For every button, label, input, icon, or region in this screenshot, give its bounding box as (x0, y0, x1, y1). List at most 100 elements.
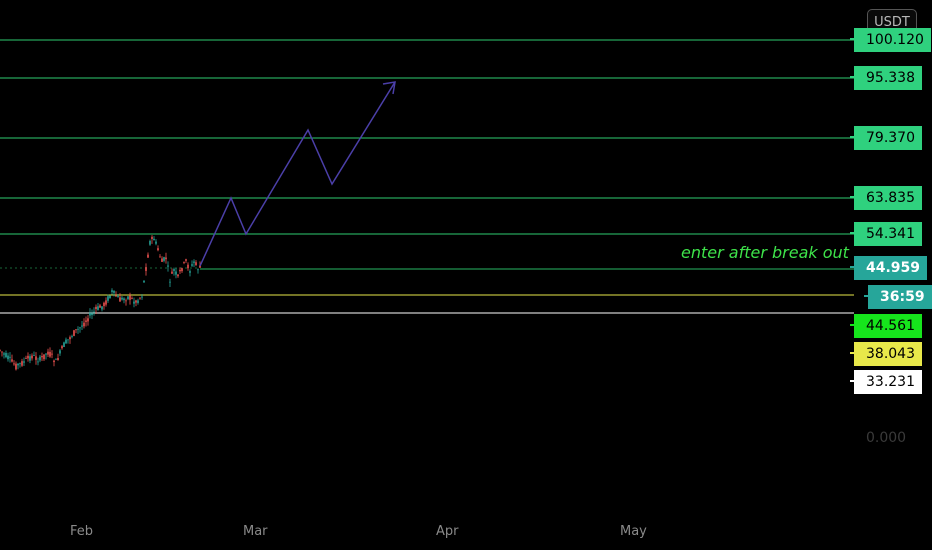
candle-body (31, 355, 33, 359)
x-axis-label: Mar (243, 524, 268, 539)
candle-body (191, 264, 193, 266)
candle-body (61, 346, 63, 349)
candle-body (1, 351, 3, 353)
price-tag-countdown: 36:59 (864, 285, 932, 309)
candle-body (71, 335, 73, 337)
candle-body (7, 355, 9, 360)
candle-body (133, 301, 135, 304)
candle-body (153, 238, 155, 241)
candle-body (177, 274, 179, 277)
candle-body (107, 296, 109, 301)
candle-body (127, 296, 129, 300)
candle-body (57, 358, 59, 361)
candle-body (93, 311, 95, 313)
candle-body (157, 248, 159, 251)
candle-body (131, 297, 133, 299)
candle-body (91, 313, 93, 316)
candle-body (83, 322, 85, 327)
candle-body (85, 320, 87, 322)
candle-body (169, 281, 171, 283)
candle-body (33, 355, 35, 356)
candle-body (139, 297, 141, 299)
candle-body (29, 356, 31, 361)
candle-body (51, 353, 53, 355)
price-chart[interactable] (0, 0, 932, 550)
candle-body (111, 290, 113, 292)
candle-body (95, 306, 97, 310)
candle-body (155, 241, 157, 244)
candle-body (125, 300, 127, 302)
candle-body (137, 300, 139, 303)
candle-body (171, 271, 173, 274)
candle-body (103, 302, 105, 307)
candle-body (141, 296, 143, 298)
candle-body (55, 358, 57, 360)
candle-body (181, 268, 183, 272)
candle-body (63, 342, 65, 348)
candle-body (15, 363, 17, 370)
candle-body (65, 339, 67, 344)
candle-body (119, 297, 121, 302)
candle-body (11, 359, 13, 362)
candle-body (117, 296, 119, 298)
price-tag-level: 100.120 (850, 28, 931, 52)
candle-body (75, 329, 77, 331)
candle-body (195, 262, 197, 265)
candle-body (185, 259, 187, 261)
annotation-text: enter after break out (681, 243, 849, 262)
candle-body (193, 261, 195, 263)
x-axis-label: Apr (436, 524, 459, 539)
candle-body (113, 290, 115, 293)
candle-body (143, 280, 145, 283)
candle-body (183, 262, 185, 263)
candle-body (123, 298, 125, 301)
price-tag-yellow: 38.043 (850, 342, 922, 366)
price-tag-current: 44.959 (849, 256, 928, 280)
candle-body (145, 267, 147, 271)
candle-body (89, 313, 91, 316)
price-tag-level: 79.370 (850, 126, 922, 150)
projection-path (199, 81, 396, 267)
candle-body (0, 349, 1, 351)
candle-body (59, 350, 61, 354)
candle-body (189, 271, 191, 273)
candle-body (159, 256, 161, 258)
price-tag-level: 54.341 (850, 222, 922, 246)
candle-body (49, 351, 51, 357)
candle-body (151, 236, 153, 239)
candle-body (149, 240, 151, 245)
candle-body (175, 271, 177, 275)
candle-body (79, 327, 81, 329)
candle-body (109, 295, 111, 299)
candle-body (13, 363, 15, 365)
candle-body (41, 356, 43, 358)
candle-body (73, 330, 75, 336)
candle-body (37, 361, 39, 363)
candle-body (81, 325, 83, 327)
candle-body (35, 356, 37, 360)
candle-body (47, 351, 49, 355)
candle-body (87, 318, 89, 322)
candle-body (173, 269, 175, 271)
candle-body (3, 353, 5, 355)
candle-body (135, 300, 137, 303)
price-tag-white: 33.231 (850, 370, 922, 394)
candle-body (105, 300, 107, 305)
candle-body (197, 269, 199, 271)
price-tag-level: 63.835 (850, 186, 922, 210)
candle-body (163, 257, 165, 261)
candle-body (179, 269, 181, 272)
x-axis-label: May (620, 524, 647, 539)
candle-body (39, 356, 41, 361)
candle-body (77, 328, 79, 330)
candle-body (53, 360, 55, 363)
candle-body (167, 265, 169, 267)
candle-body (101, 306, 103, 310)
candle-body (5, 353, 7, 358)
candle-body (43, 354, 45, 360)
candle-body (45, 353, 47, 355)
x-axis-label: Feb (70, 524, 94, 539)
zero-price-label: 0.000 (866, 430, 907, 446)
candle-body (99, 305, 101, 308)
price-tag-green: 44.561 (850, 314, 922, 338)
